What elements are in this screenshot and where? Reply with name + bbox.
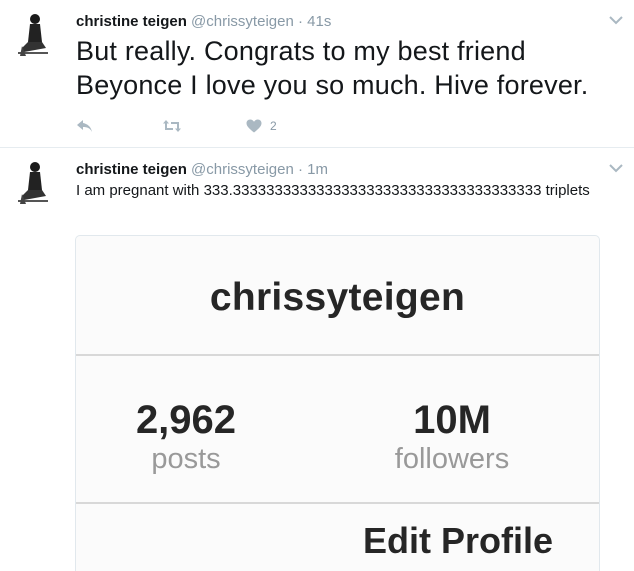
- chevron-down-icon[interactable]: [608, 162, 624, 174]
- author-handle[interactable]: @chrissyteigen: [191, 161, 294, 178]
- tweet[interactable]: christine teigen @chrissyteigen · 41s Bu…: [0, 0, 634, 148]
- followers-label: followers: [394, 443, 510, 475]
- author-name[interactable]: christine teigen: [76, 161, 187, 178]
- divider: [76, 502, 599, 504]
- separator: ·: [297, 161, 303, 178]
- retweet-icon: [163, 120, 181, 132]
- retweet-button[interactable]: [162, 119, 246, 133]
- followers-count: 10M: [413, 398, 491, 442]
- tweet-text: I am pregnant with 333.33333333333333333…: [76, 182, 590, 199]
- tweet-timestamp[interactable]: 1m: [307, 161, 328, 178]
- tweet-text: But really. Congrats to my best friend B…: [76, 36, 589, 100]
- tweet-timestamp[interactable]: 41s: [307, 13, 331, 30]
- chevron-down-icon[interactable]: [608, 14, 624, 26]
- author-name[interactable]: christine teigen: [76, 13, 187, 30]
- followers-stat: 10M followers: [352, 398, 552, 476]
- avatar[interactable]: [12, 12, 56, 56]
- separator: ·: [297, 13, 303, 30]
- tweet[interactable]: christine teigen @chrissyteigen · 1m I a…: [0, 148, 634, 571]
- like-count: 2: [270, 119, 277, 133]
- tweet-media-image[interactable]: chrissyteigen 2,962 posts 10M followers …: [75, 235, 600, 571]
- heart-icon: [246, 119, 262, 133]
- tweet-header: christine teigen @chrissyteigen · 1m: [76, 160, 618, 180]
- like-button[interactable]: 2: [246, 119, 277, 133]
- posts-label: posts: [151, 443, 221, 475]
- author-handle[interactable]: @chrissyteigen: [191, 13, 294, 30]
- profile-username: chrissyteigen: [209, 276, 466, 319]
- reply-icon: [77, 120, 92, 132]
- edit-profile-button: Edit Profile: [362, 520, 553, 561]
- reply-button[interactable]: [76, 119, 162, 133]
- tweet-header: christine teigen @chrissyteigen · 41s: [76, 12, 618, 32]
- tweet-actions: 2: [76, 116, 277, 136]
- posts-stat: 2,962 posts: [86, 398, 286, 476]
- divider: [76, 354, 599, 356]
- posts-count: 2,962: [135, 398, 237, 442]
- avatar[interactable]: [12, 160, 56, 204]
